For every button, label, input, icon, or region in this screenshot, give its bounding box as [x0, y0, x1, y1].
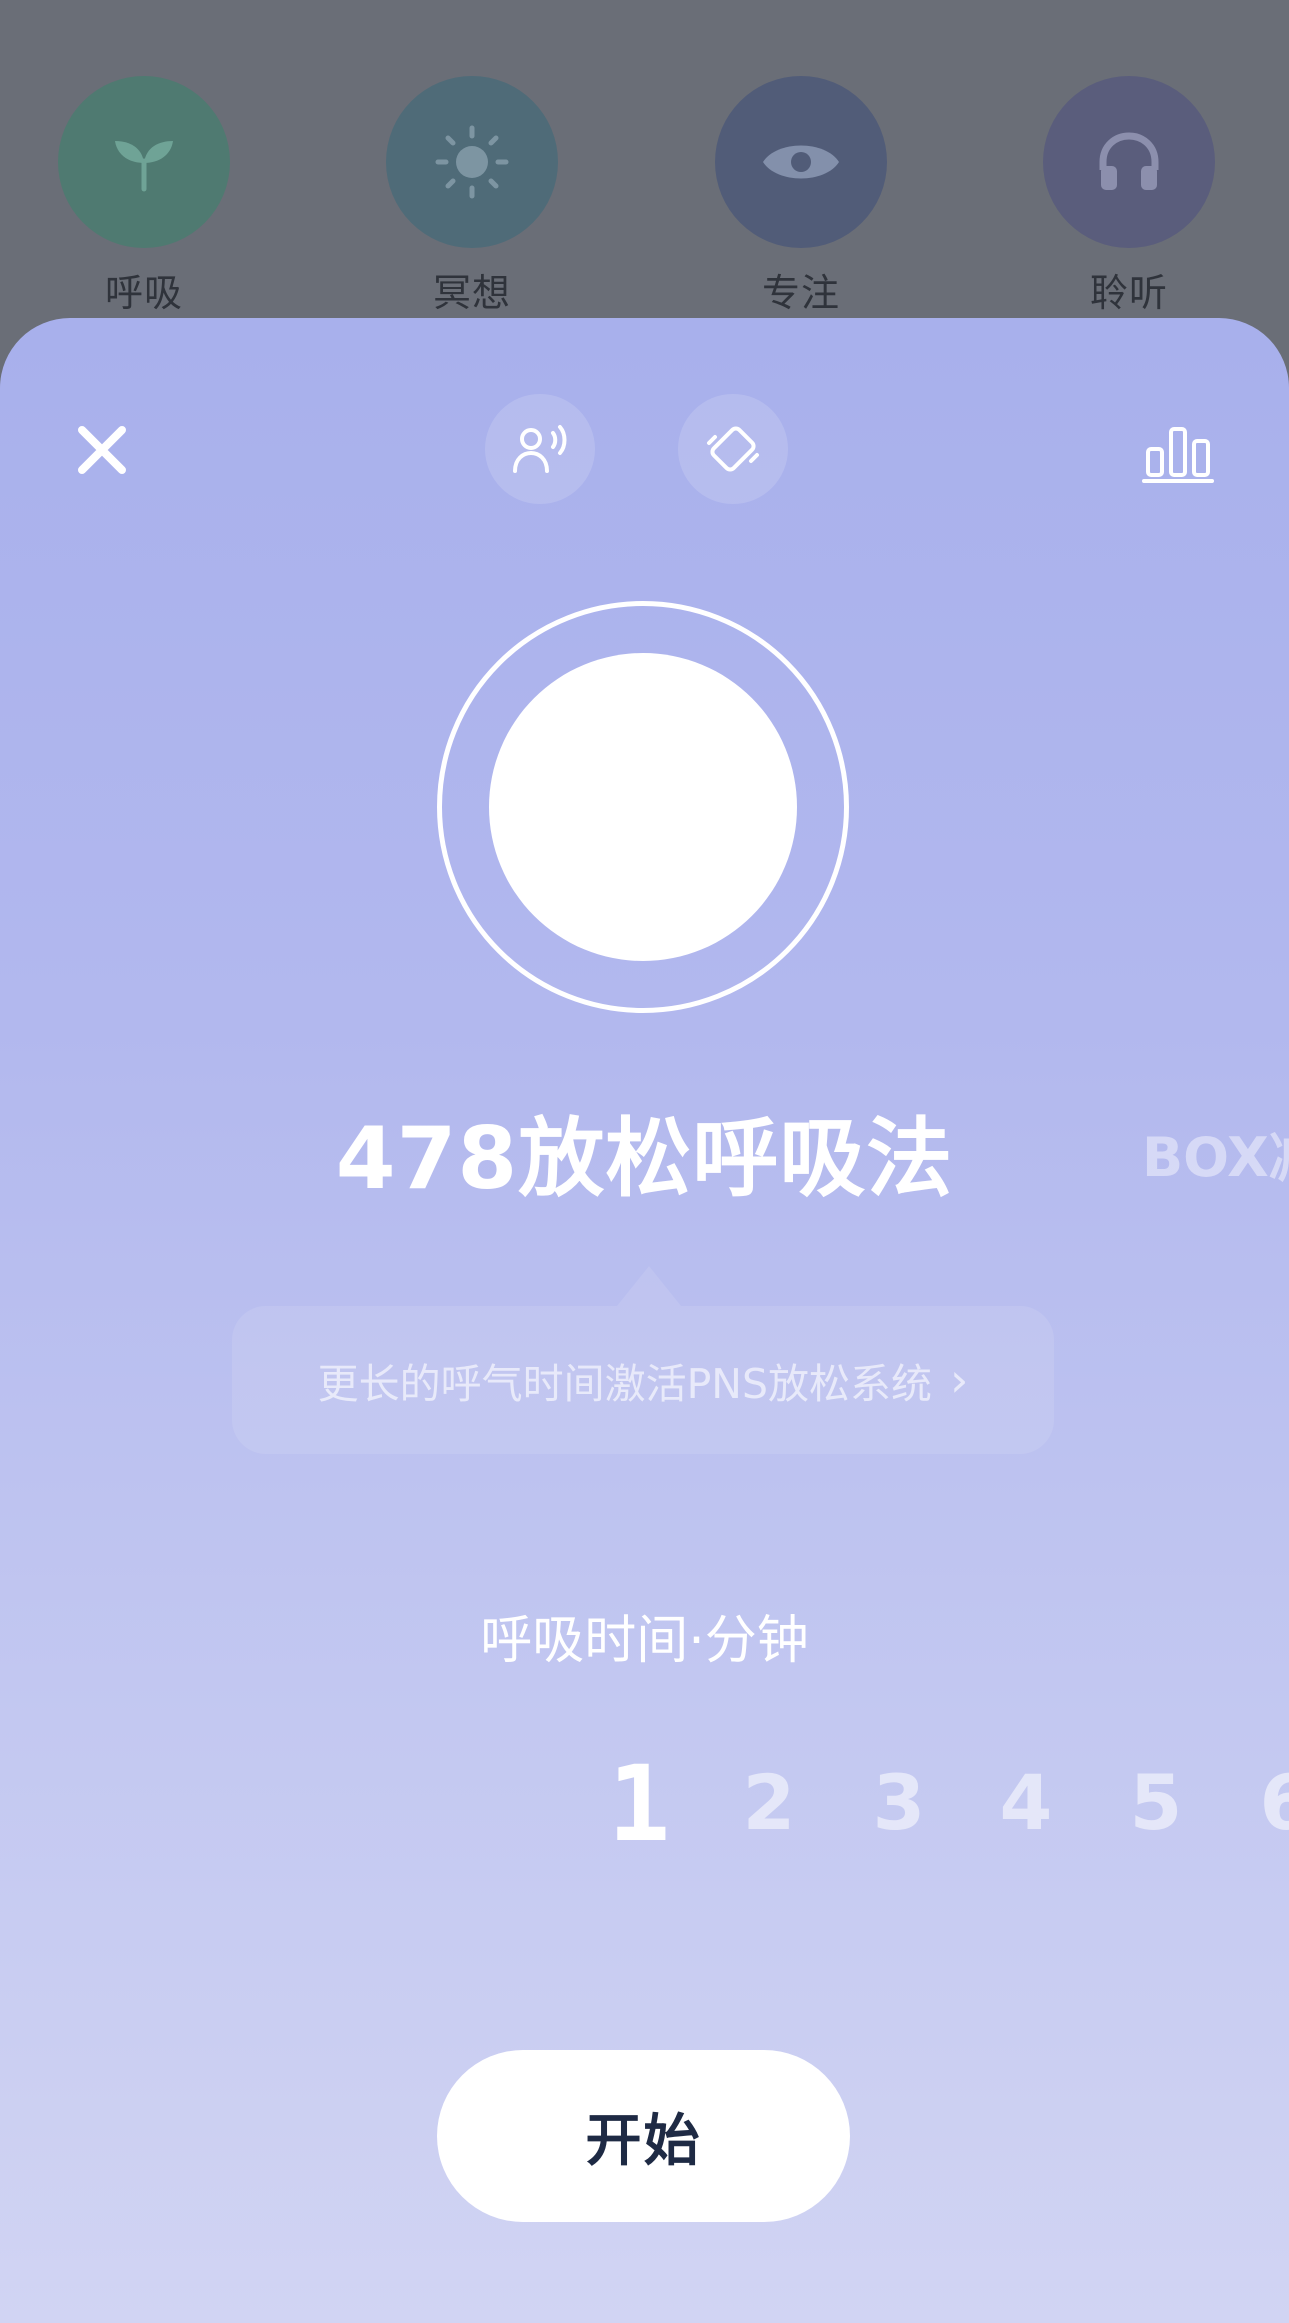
duration-label: 呼吸时间·分钟: [480, 1611, 809, 1671]
voice-guide-button[interactable]: [485, 394, 595, 504]
duration-option[interactable]: 4: [986, 1758, 1066, 1847]
duration-option-selected[interactable]: 1: [599, 1743, 679, 1865]
close-icon[interactable]: [66, 414, 138, 486]
voice-person-icon: [513, 425, 567, 473]
next-exercise-title[interactable]: BOX减: [1142, 1113, 1289, 1192]
headphones-icon: [1043, 76, 1215, 248]
breathing-sheet: 478放松呼吸法 BOX减 更长的呼气时间激活PNS放松系统 › 呼吸时间·分钟…: [0, 318, 1289, 2323]
category-meditate[interactable]: 冥想: [386, 76, 558, 317]
category-focus[interactable]: 专注: [715, 76, 887, 317]
breath-ring: [437, 601, 849, 1013]
vibration-button[interactable]: [678, 394, 788, 504]
duration-option[interactable]: 6: [1246, 1758, 1289, 1847]
duration-option[interactable]: 2: [729, 1758, 809, 1847]
duration-option[interactable]: 5: [1116, 1758, 1196, 1847]
category-label: 呼吸: [104, 271, 183, 315]
chevron-right-icon: ›: [950, 1353, 969, 1407]
category-listen[interactable]: 聆听: [1043, 76, 1215, 317]
category-label: 专注: [761, 271, 840, 315]
category-breathe[interactable]: 呼吸: [58, 76, 230, 317]
tip-text: 更长的呼气时间激活PNS放松系统: [317, 1360, 932, 1408]
sprout-icon: [58, 76, 230, 248]
duration-option[interactable]: 3: [859, 1758, 939, 1847]
exercise-tip[interactable]: 更长的呼气时间激活PNS放松系统 ›: [232, 1266, 1054, 1454]
vibration-phone-icon: [707, 426, 759, 472]
category-bar: 呼吸 冥想 专注 聆听: [0, 0, 1289, 340]
sun-icon: [386, 76, 558, 248]
category-label: 聆听: [1089, 271, 1168, 315]
category-label: 冥想: [432, 271, 511, 315]
exercise-title[interactable]: 478放松呼吸法: [0, 1088, 1289, 1213]
breath-circle: [489, 653, 797, 961]
eye-icon: [715, 76, 887, 248]
start-button[interactable]: 开始: [437, 2050, 850, 2222]
stats-icon[interactable]: [1140, 416, 1216, 492]
